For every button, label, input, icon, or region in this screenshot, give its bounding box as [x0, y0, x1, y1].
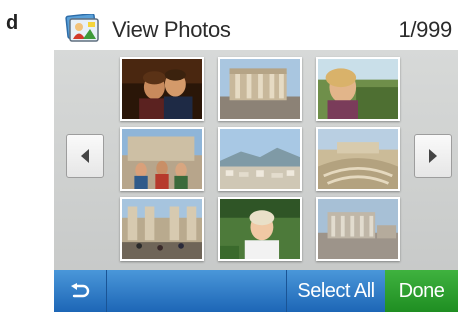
triangle-right-icon — [429, 149, 437, 163]
photo-woman-garden-thumbnail[interactable] — [218, 197, 302, 261]
photo-couple-night-thumbnail[interactable] — [120, 57, 204, 121]
page-title: View Photos — [112, 17, 231, 42]
photo-woman-outdoors-thumbnail[interactable] — [316, 57, 400, 121]
figure-label: d — [6, 12, 19, 34]
photos-app-icon — [64, 13, 100, 44]
photo-street-crowd-thumbnail[interactable] — [120, 197, 204, 261]
photo-amphitheater-thumbnail[interactable] — [316, 127, 400, 191]
photo-ruins-columns-thumbnail[interactable] — [218, 57, 302, 121]
photo-group-tourists-thumbnail[interactable] — [120, 127, 204, 191]
previous-page-button[interactable] — [66, 134, 104, 178]
next-page-button[interactable] — [414, 134, 452, 178]
photo-ancient-site-thumbnail[interactable] — [316, 197, 400, 261]
photo-city-hill-thumbnail[interactable] — [218, 127, 302, 191]
bottom-toolbar: Select All Done — [54, 270, 458, 312]
triangle-left-icon — [81, 149, 89, 163]
back-button[interactable] — [54, 270, 107, 312]
done-button[interactable]: Done — [385, 270, 458, 312]
select-all-button[interactable]: Select All — [286, 270, 385, 312]
photo-grid — [120, 55, 402, 269]
photo-browser — [54, 50, 458, 270]
back-arrow-icon — [71, 283, 90, 298]
photo-counter: 1/999 — [398, 17, 452, 42]
device-screen: View Photos 1/999 Select All Done — [54, 0, 458, 312]
header-bar: View Photos 1/999 — [54, 8, 458, 48]
